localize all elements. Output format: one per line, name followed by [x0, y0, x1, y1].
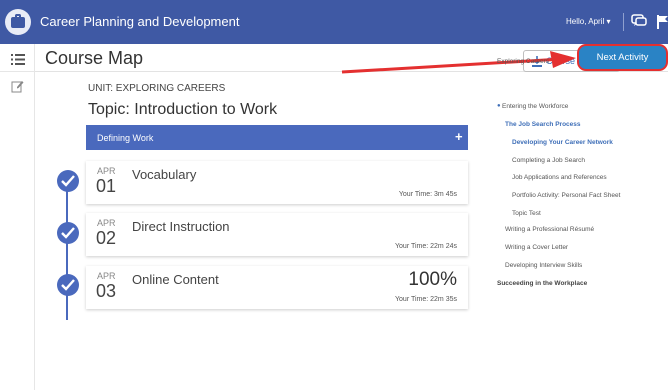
activity-card-direct-instruction[interactable]: APR 02 Direct Instruction Your Time: 22m…	[86, 213, 468, 256]
section-header-defining-work[interactable]: Defining Work +	[86, 125, 468, 150]
outline-item[interactable]: Topic Test	[512, 210, 541, 217]
notes-icon[interactable]	[11, 80, 24, 93]
briefcase-logo-icon[interactable]	[5, 9, 31, 35]
activity-title: Online Content	[132, 272, 219, 287]
plus-icon[interactable]: +	[455, 129, 463, 144]
outline-item[interactable]: Writing a Cover Letter	[505, 244, 568, 251]
outline-item[interactable]: Developing Your Career Network	[512, 139, 613, 146]
outline-item[interactable]: Succeeding in the Workplace	[497, 280, 587, 287]
activity-card-online-content[interactable]: APR 03 Online Content 100% Your Time: 22…	[86, 266, 468, 309]
outline-item[interactable]: Writing a Professional Résumé	[505, 226, 594, 233]
outline-item[interactable]: The Job Search Process	[505, 121, 581, 128]
activity-title: Vocabulary	[132, 167, 197, 182]
outline-item[interactable]: Developing Interview Skills	[505, 262, 582, 269]
check-icon	[57, 222, 79, 244]
section-label: Defining Work	[97, 133, 154, 143]
activity-day: 01	[96, 176, 117, 196]
menu-list-icon[interactable]	[11, 54, 25, 65]
outline-item[interactable]: Exploring Careers	[497, 58, 549, 65]
activity-day: 03	[96, 281, 117, 301]
activity-card-vocabulary[interactable]: APR 01 Vocabulary Your Time: 3m 45s	[86, 161, 468, 204]
activity-time: Your Time: 3m 45s	[398, 191, 457, 198]
outline-item[interactable]: Completing a Job Search	[512, 157, 585, 164]
activity-month: APR	[97, 166, 116, 176]
flag-icon[interactable]	[656, 14, 668, 30]
topic-title: Topic: Introduction to Work	[88, 101, 278, 118]
rail-divider	[0, 71, 35, 72]
outline-item[interactable]: Job Applications and References	[512, 174, 607, 181]
activity-day: 02	[96, 228, 117, 248]
chat-icon[interactable]	[631, 14, 647, 28]
outline-item[interactable]: Portfolio Activity: Personal Fact Sheet	[512, 192, 620, 199]
check-icon	[57, 170, 79, 192]
activity-month: APR	[97, 218, 116, 228]
timeline-line	[66, 190, 68, 320]
top-bar: Career Planning and Development Hello, A…	[0, 0, 668, 44]
activity-percent: 100%	[408, 269, 457, 290]
check-icon	[57, 274, 79, 296]
activity-time: Your Time: 22m 35s	[395, 296, 457, 303]
activity-month: APR	[97, 271, 116, 281]
activity-time: Your Time: 22m 24s	[395, 243, 457, 250]
course-outline: Exploring Careers ● Entering the Workfor…	[497, 44, 668, 390]
current-dot-icon: ●	[497, 103, 501, 109]
user-menu[interactable]: Hello, April ▾	[566, 17, 610, 26]
left-rail	[0, 44, 35, 390]
divider	[623, 13, 624, 31]
page-title: Course Map	[45, 48, 144, 68]
unit-label: UNIT: EXPLORING CAREERS	[88, 83, 226, 94]
outline-item[interactable]: Entering the Workforce	[502, 103, 568, 110]
activity-title: Direct Instruction	[132, 219, 230, 234]
app-title: Career Planning and Development	[40, 14, 240, 29]
